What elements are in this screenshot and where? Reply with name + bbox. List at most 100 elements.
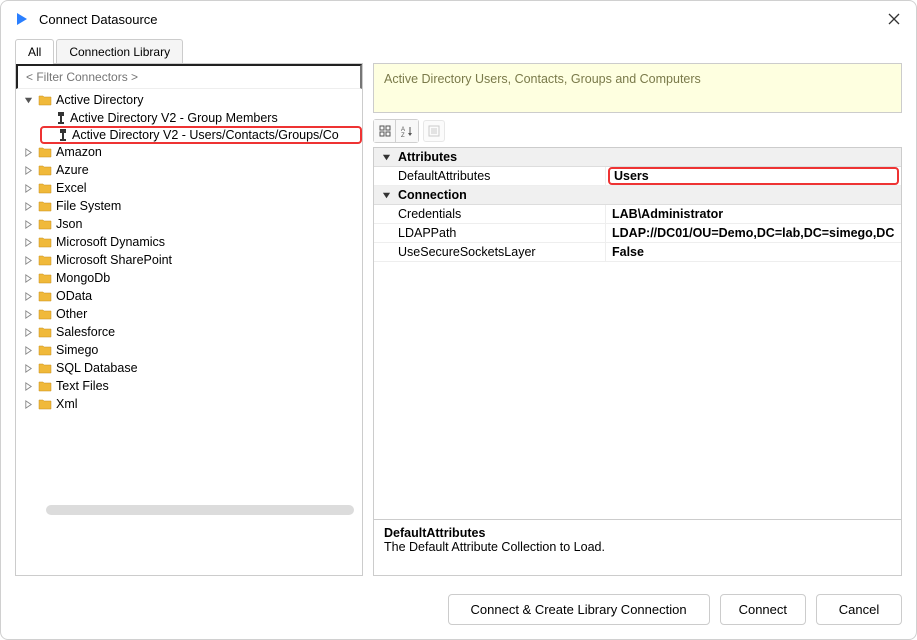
chevron-right-icon[interactable] bbox=[22, 398, 34, 410]
folder-icon bbox=[38, 200, 52, 212]
tree-label: OData bbox=[56, 289, 92, 303]
tree-node[interactable]: Excel bbox=[22, 179, 362, 197]
prop-value[interactable]: LAB\Administrator bbox=[606, 205, 901, 223]
tree-label: Excel bbox=[56, 181, 87, 195]
dialog-window: Connect Datasource All Connection Librar… bbox=[0, 0, 917, 640]
prop-value[interactable]: False bbox=[606, 243, 901, 261]
svg-text:Z: Z bbox=[401, 133, 405, 137]
tree-label: Salesforce bbox=[56, 325, 115, 339]
tree-label: Simego bbox=[56, 343, 98, 357]
tree-label: Xml bbox=[56, 397, 78, 411]
cancel-button[interactable]: Cancel bbox=[816, 594, 902, 625]
app-icon bbox=[13, 10, 31, 28]
tree-label: Other bbox=[56, 307, 87, 321]
tree-label: Active Directory V2 - Users/Contacts/Gro… bbox=[72, 128, 339, 142]
help-title: DefaultAttributes bbox=[384, 526, 891, 540]
folder-icon bbox=[38, 380, 52, 392]
filter-connectors-input[interactable] bbox=[16, 64, 362, 89]
tree-node[interactable]: Amazon bbox=[22, 143, 362, 161]
folder-icon bbox=[38, 398, 52, 410]
tree-node[interactable]: Json bbox=[22, 215, 362, 233]
prop-row-credentials[interactable]: Credentials LAB\Administrator bbox=[374, 205, 901, 224]
sort-az-button[interactable]: AZ bbox=[396, 120, 418, 142]
tab-all[interactable]: All bbox=[15, 39, 54, 64]
tree-leaf-ad-users-contacts-groups[interactable]: Active Directory V2 - Users/Contacts/Gro… bbox=[40, 126, 362, 144]
chevron-right-icon[interactable] bbox=[22, 290, 34, 302]
tree-node[interactable]: Microsoft SharePoint bbox=[22, 251, 362, 269]
chevron-right-icon[interactable] bbox=[22, 254, 34, 266]
connector-tree[interactable]: Active Directory bbox=[16, 89, 362, 575]
prop-category-connection[interactable]: Connection bbox=[374, 186, 901, 205]
tree-node[interactable]: Azure bbox=[22, 161, 362, 179]
tree-label: Active Directory bbox=[56, 93, 144, 107]
tree-node[interactable]: SQL Database bbox=[22, 359, 362, 377]
connect-button[interactable]: Connect bbox=[720, 594, 806, 625]
chevron-down-icon[interactable] bbox=[380, 151, 392, 163]
tree-node[interactable]: Xml bbox=[22, 395, 362, 413]
prop-row-default-attributes[interactable]: DefaultAttributes Users bbox=[374, 167, 901, 186]
prop-row-ldap-path[interactable]: LDAPPath LDAP://DC01/OU=Demo,DC=lab,DC=s… bbox=[374, 224, 901, 243]
tree-node[interactable]: OData bbox=[22, 287, 362, 305]
category-label: Connection bbox=[398, 188, 467, 202]
tree-label: SQL Database bbox=[56, 361, 138, 375]
chevron-right-icon[interactable] bbox=[22, 326, 34, 338]
connector-icon bbox=[58, 128, 68, 142]
tree-label: Microsoft SharePoint bbox=[56, 253, 172, 267]
property-grid: Attributes DefaultAttributes Users Conne… bbox=[373, 147, 902, 576]
prop-category-attributes[interactable]: Attributes bbox=[374, 148, 901, 167]
tree-node[interactable]: Other bbox=[22, 305, 362, 323]
property-pages-button[interactable] bbox=[423, 120, 445, 142]
chevron-right-icon[interactable] bbox=[22, 200, 34, 212]
category-label: Attributes bbox=[398, 150, 457, 164]
folder-icon bbox=[38, 94, 52, 106]
tree-label: MongoDb bbox=[56, 271, 110, 285]
folder-icon bbox=[38, 146, 52, 158]
folder-icon bbox=[38, 218, 52, 230]
folder-icon bbox=[38, 164, 52, 176]
chevron-down-icon[interactable] bbox=[22, 94, 34, 106]
horizontal-scrollbar[interactable] bbox=[46, 505, 354, 515]
window-title: Connect Datasource bbox=[39, 12, 158, 27]
folder-icon bbox=[38, 236, 52, 248]
prop-row-use-ssl[interactable]: UseSecureSocketsLayer False bbox=[374, 243, 901, 262]
tab-strip: All Connection Library bbox=[15, 39, 363, 64]
titlebar: Connect Datasource bbox=[1, 1, 916, 35]
chevron-right-icon[interactable] bbox=[22, 182, 34, 194]
connector-icon bbox=[56, 111, 66, 125]
chevron-right-icon[interactable] bbox=[22, 380, 34, 392]
prop-key: UseSecureSocketsLayer bbox=[374, 243, 606, 261]
tree-label: Microsoft Dynamics bbox=[56, 235, 165, 249]
chevron-down-icon[interactable] bbox=[380, 189, 392, 201]
help-text: The Default Attribute Collection to Load… bbox=[384, 540, 891, 554]
chevron-right-icon[interactable] bbox=[22, 362, 34, 374]
tree-node[interactable]: Simego bbox=[22, 341, 362, 359]
tree-label: Amazon bbox=[56, 145, 102, 159]
tab-connection-library[interactable]: Connection Library bbox=[56, 39, 183, 64]
chevron-right-icon[interactable] bbox=[22, 218, 34, 230]
tree-node[interactable]: Microsoft Dynamics bbox=[22, 233, 362, 251]
prop-value[interactable]: Users bbox=[608, 167, 899, 185]
tree-leaf-ad-group-members[interactable]: Active Directory V2 - Group Members bbox=[40, 109, 362, 127]
chevron-right-icon[interactable] bbox=[22, 272, 34, 284]
prop-key: LDAPPath bbox=[374, 224, 606, 242]
folder-icon bbox=[38, 272, 52, 284]
chevron-right-icon[interactable] bbox=[22, 236, 34, 248]
tree-label: File System bbox=[56, 199, 121, 213]
tree-node-active-directory[interactable]: Active Directory bbox=[22, 91, 362, 109]
categorized-view-button[interactable] bbox=[374, 120, 396, 142]
tree-node[interactable]: MongoDb bbox=[22, 269, 362, 287]
connect-create-library-button[interactable]: Connect & Create Library Connection bbox=[448, 594, 710, 625]
chevron-right-icon[interactable] bbox=[22, 308, 34, 320]
tree-label: Json bbox=[56, 217, 82, 231]
tree-node[interactable]: Salesforce bbox=[22, 323, 362, 341]
tree-node[interactable]: Text Files bbox=[22, 377, 362, 395]
tree-node[interactable]: File System bbox=[22, 197, 362, 215]
chevron-right-icon[interactable] bbox=[22, 146, 34, 158]
connector-description: Active Directory Users, Contacts, Groups… bbox=[373, 63, 902, 113]
tree-label: Azure bbox=[56, 163, 89, 177]
chevron-right-icon[interactable] bbox=[22, 164, 34, 176]
chevron-right-icon[interactable] bbox=[22, 344, 34, 356]
folder-icon bbox=[38, 254, 52, 266]
prop-value[interactable]: LDAP://DC01/OU=Demo,DC=lab,DC=simego,DC bbox=[606, 224, 901, 242]
close-button[interactable] bbox=[884, 9, 904, 29]
